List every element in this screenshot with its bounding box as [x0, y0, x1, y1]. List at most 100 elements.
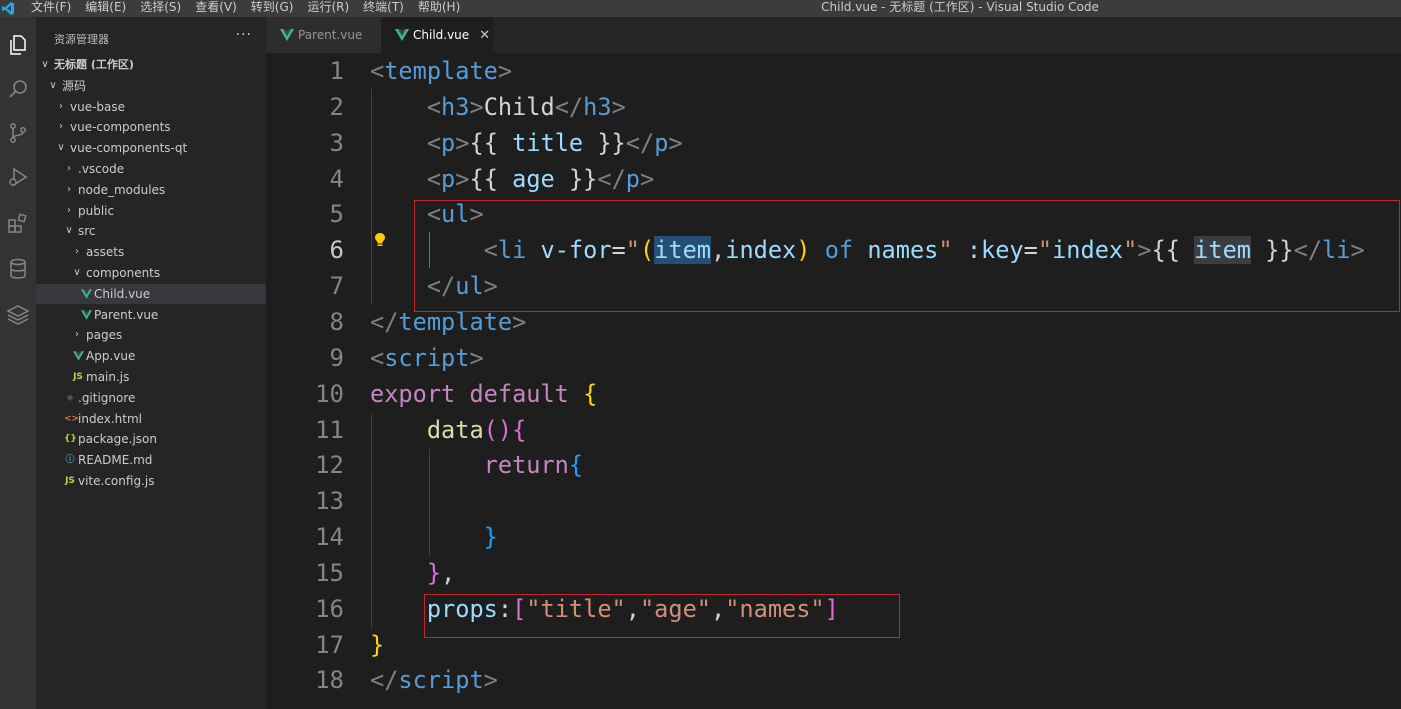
database-activity[interactable] — [0, 249, 36, 289]
tree-item[interactable]: ∨ vue-components-qt — [36, 138, 266, 158]
title-bar: 文件(F) 编辑(E) 选择(S) 查看(V) 转到(G) 运行(R) 终端(T… — [0, 0, 1401, 17]
chevron-down-icon[interactable]: ∨ — [64, 221, 74, 241]
tree-item-label: components — [86, 266, 161, 280]
line-number: 16 — [315, 594, 344, 623]
tree-item[interactable]: ∨ 源码 — [36, 76, 266, 96]
line-number: 5 — [329, 200, 344, 229]
tree-item[interactable]: ∨ src — [36, 221, 266, 241]
layers-activity[interactable] — [0, 295, 36, 335]
chevron-right-icon[interactable]: › — [64, 201, 74, 221]
tree-item[interactable]: Parent.vue — [36, 305, 266, 325]
tree-item[interactable]: › vue-base — [36, 97, 266, 117]
chevron-down-icon[interactable]: ∨ — [48, 76, 58, 96]
code-line: data(){ — [426, 415, 527, 444]
highlight-box-props — [424, 594, 900, 638]
vue-icon — [80, 284, 92, 307]
code-line: }, — [426, 558, 456, 587]
tree-item-label: vite.config.js — [78, 474, 155, 488]
tree-item-label: assets — [86, 245, 125, 260]
tree-item[interactable]: ∨ components — [36, 263, 266, 283]
tree-item[interactable]: › pages — [36, 325, 266, 345]
tree-item[interactable]: › assets — [36, 242, 266, 262]
more-actions-icon[interactable]: ··· — [236, 27, 252, 43]
line-number: 3 — [329, 128, 344, 157]
chevron-right-icon[interactable]: › — [72, 242, 82, 262]
tree-item[interactable]: JS vite.config.js — [36, 471, 266, 491]
tab-label: Parent.vue — [298, 28, 363, 42]
chevron-right-icon[interactable]: › — [56, 117, 66, 137]
extensions-activity[interactable] — [0, 203, 36, 243]
menu-go[interactable]: 转到(G) — [244, 0, 301, 17]
line-number: 6 — [329, 236, 344, 265]
tree-item-label: vue-base — [70, 99, 126, 114]
chevron-right-icon[interactable]: › — [56, 97, 66, 117]
menu-terminal[interactable]: 终端(T) — [356, 0, 411, 17]
chevron-right-icon[interactable]: › — [64, 159, 74, 179]
line-number: 10 — [315, 379, 344, 408]
tree-item-label: 源码 — [62, 78, 87, 93]
line-number: 14 — [315, 523, 344, 552]
menu-file[interactable]: 文件(F) — [24, 0, 78, 17]
tab-label: Child.vue — [413, 28, 470, 42]
chevron-right-icon[interactable]: › — [64, 180, 74, 200]
menu-selection[interactable]: 选择(S) — [133, 0, 188, 17]
source-control-activity[interactable] — [0, 113, 36, 153]
tree-item[interactable]: › node_modules — [36, 180, 266, 200]
run-debug-icon — [9, 167, 28, 187]
explorer-activity[interactable] — [0, 25, 36, 65]
tree-item[interactable]: {} package.json — [36, 429, 266, 449]
chevron-down-icon[interactable]: ∨ — [40, 55, 50, 75]
tree-item[interactable]: App.vue — [36, 346, 266, 366]
explorer-header: 资源管理器 ··· — [36, 25, 266, 51]
tree-item[interactable]: › .vscode — [36, 159, 266, 179]
tree-item[interactable]: <> index.html — [36, 409, 266, 429]
line-number: 18 — [315, 666, 344, 695]
close-icon[interactable]: ✕ — [479, 28, 490, 43]
tree-item-label: vue-components-qt — [70, 141, 188, 156]
tab-child-vue[interactable]: Child.vue ✕ — [381, 17, 493, 53]
tree-item-label: Parent.vue — [94, 307, 159, 322]
line-number: 13 — [315, 487, 344, 516]
json-icon: {} — [64, 434, 77, 445]
code-line: <script> — [370, 343, 484, 372]
lightbulb-icon[interactable] — [373, 232, 387, 248]
code-editor[interactable]: 1 2 3 4 5 6 7 8 9 10 11 12 13 14 15 16 17 18 <template> <… — [266, 53, 1401, 709]
tree-item[interactable]: JS main.js — [36, 367, 266, 387]
tree-item-label: README.md — [78, 453, 153, 468]
tree-item-label: vue-components — [70, 120, 171, 135]
tree-item[interactable]: › vue-components — [36, 117, 266, 137]
tree-item-label: .gitignore — [78, 390, 136, 405]
menu-view[interactable]: 查看(V) — [188, 0, 244, 17]
tree-item[interactable]: ⓘ README.md — [36, 450, 266, 470]
layers-icon — [6, 305, 30, 325]
menu-run[interactable]: 运行(R) — [300, 0, 356, 17]
html-icon: <> — [64, 413, 80, 424]
code-line: <p>{{ title }}</p> — [426, 128, 683, 157]
tab-parent-vue[interactable]: Parent.vue — [266, 17, 381, 53]
menu-help[interactable]: 帮助(H) — [411, 0, 467, 17]
chevron-down-icon[interactable]: ∨ — [72, 263, 82, 283]
code-line: return{ — [483, 451, 584, 480]
code-line: <h3>Child</h3> — [426, 92, 626, 121]
tree-item[interactable]: › public — [36, 201, 266, 221]
run-debug-activity[interactable] — [0, 157, 36, 197]
extensions-icon — [8, 213, 27, 233]
window-title: Child.vue - 无标题 (工作区) - Visual Studio Co… — [821, 0, 1099, 14]
search-activity[interactable] — [0, 69, 36, 109]
tree-item-label: node_modules — [78, 182, 166, 197]
menu-edit[interactable]: 编辑(E) — [78, 0, 133, 17]
chevron-down-icon[interactable]: ∨ — [56, 138, 66, 158]
tree-item-label: App.vue — [86, 349, 136, 364]
tree-item[interactable]: ◆ .gitignore — [36, 388, 266, 408]
activity-bar — [0, 17, 36, 709]
line-number: 11 — [315, 415, 344, 444]
tree-item-label: pages — [86, 328, 123, 343]
tree-item-label: main.js — [86, 370, 130, 384]
chevron-right-icon[interactable]: › — [72, 325, 82, 345]
line-number: 4 — [329, 164, 344, 193]
code-line: export default { — [370, 379, 598, 408]
tree-item[interactable]: Child.vue — [36, 283, 266, 307]
code-line: </script> — [370, 666, 498, 695]
tree-item[interactable]: ∨ 无标题 (工作区) — [36, 55, 266, 75]
info-icon: ⓘ — [65, 455, 75, 466]
